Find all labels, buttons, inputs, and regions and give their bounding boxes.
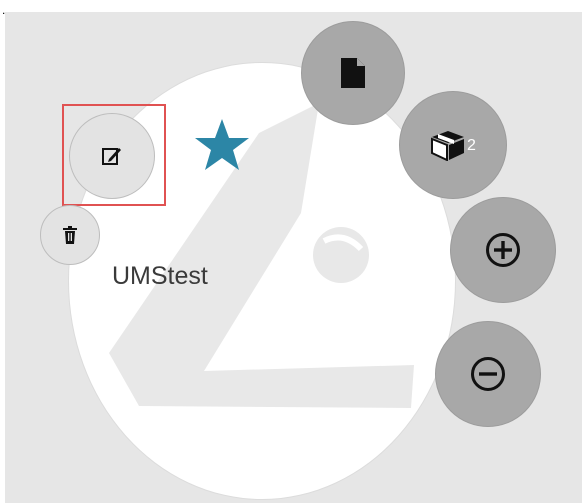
file-button[interactable] — [301, 21, 405, 125]
trash-icon — [63, 226, 77, 244]
selection-highlight — [62, 104, 166, 206]
packages-button[interactable]: 2 — [399, 91, 507, 199]
plus-circle-icon — [486, 233, 520, 267]
profile-name: UMStest — [112, 262, 208, 290]
minus-circle-icon — [471, 357, 505, 391]
star-icon[interactable] — [194, 118, 250, 172]
zoom-in-button[interactable] — [450, 197, 556, 303]
box-icon — [431, 131, 464, 161]
zoom-out-button[interactable] — [435, 321, 541, 427]
delete-button[interactable] — [40, 205, 100, 265]
packages-count: 2 — [467, 137, 476, 154]
file-icon — [341, 58, 365, 88]
